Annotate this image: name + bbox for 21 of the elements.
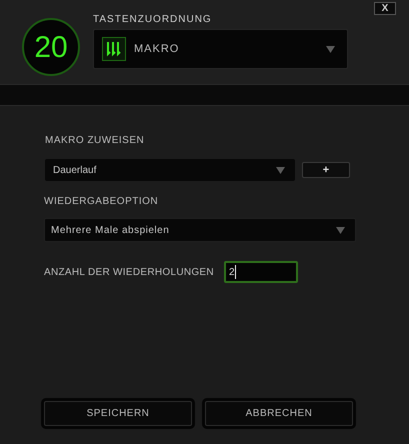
- caret-icon: [336, 226, 345, 234]
- caret-icon: [326, 46, 335, 52]
- dropdown-value: MAKRO: [134, 42, 180, 57]
- dropdown-value: Mehrere Male abspielen: [51, 224, 170, 238]
- add-button[interactable]: +: [302, 162, 350, 178]
- field-label: ANZAHL DER WIEDERHOLUNGEN: [44, 266, 215, 280]
- dropdown[interactable]: Dauerlauf: [45, 159, 295, 181]
- section-label: WIEDERGABEOPTION: [44, 196, 160, 208]
- save-button[interactable]: SPEICHERN: [44, 401, 192, 426]
- dropdown[interactable]: Mehrere Male abspielen: [44, 218, 356, 242]
- close-button[interactable]: X: [374, 2, 396, 15]
- section-label: MAKRO ZUWEISEN: [45, 135, 146, 147]
- cancel-button[interactable]: ABBRECHEN: [205, 401, 353, 426]
- input-field[interactable]: 2: [224, 261, 298, 283]
- dropdown[interactable]: MAKRO: [93, 29, 348, 69]
- field-value: 2: [229, 266, 235, 280]
- dropdown-value: Dauerlauf: [53, 164, 98, 178]
- macro-icon: [102, 37, 126, 61]
- caret-icon: [276, 166, 285, 174]
- section-label: TASTENZUORDNUNG: [93, 14, 213, 26]
- number-badge: 20: [22, 18, 80, 76]
